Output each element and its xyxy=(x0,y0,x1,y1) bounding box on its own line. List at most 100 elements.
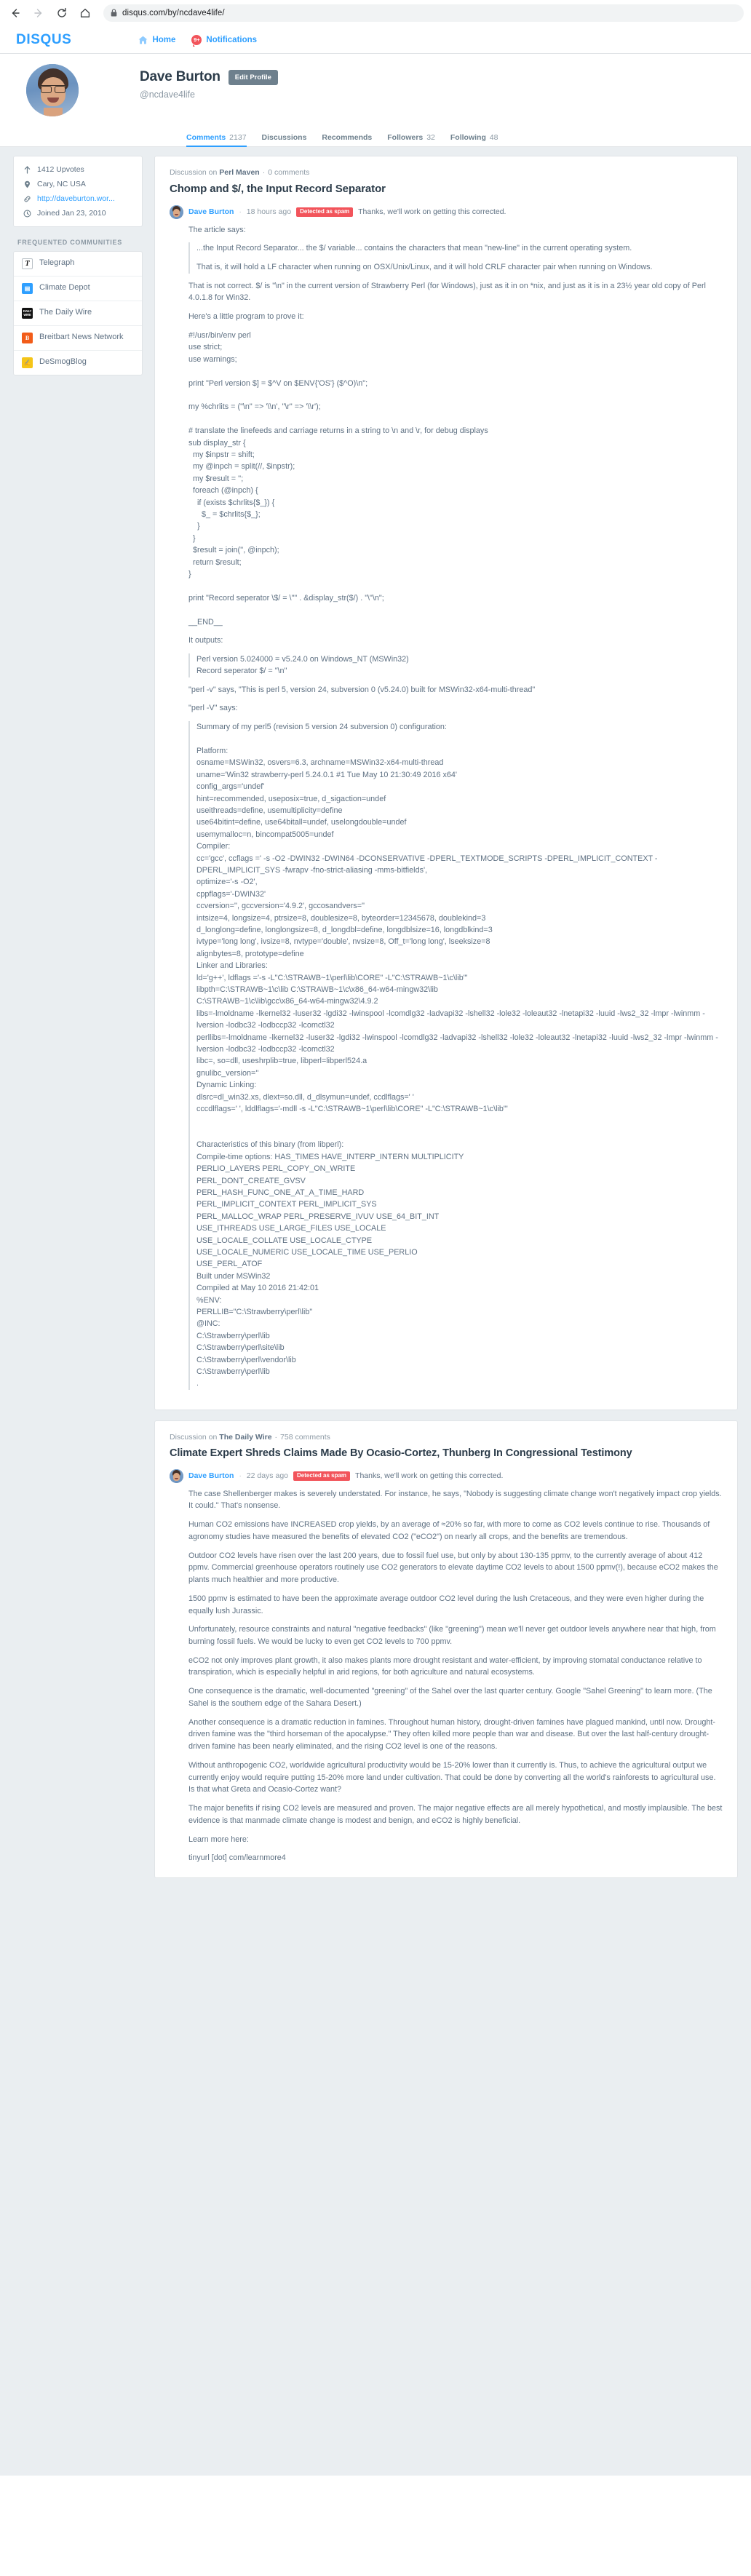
comment-paragraph: 1500 ppmv is estimated to have been the … xyxy=(188,1594,704,1615)
reload-icon[interactable] xyxy=(54,5,70,21)
discussion-prefix: Discussion on xyxy=(170,168,220,177)
sidebar: 1412 Upvotes Cary, NC USA http://daveburto… xyxy=(0,156,143,375)
comment-avatar xyxy=(170,204,183,219)
nav-home[interactable]: Home xyxy=(138,36,175,44)
tab-label: Recommends xyxy=(322,133,373,142)
disqus-logo[interactable]: DISQUS xyxy=(16,32,71,48)
main-content: Discussion on Perl Maven · 0 comments Chomp… xyxy=(143,156,751,1888)
comment-paragraph: One consequence is the dramatic, well-do… xyxy=(188,1687,712,1708)
discussion-site-link[interactable]: The Daily Wire xyxy=(219,1433,271,1442)
page-title: Dave Burton xyxy=(140,69,220,84)
url-text: disqus.com/by/ncdave4life/ xyxy=(122,8,225,17)
comment-body: The article says: ...the Input Record Sep… xyxy=(170,224,723,1390)
clock-icon xyxy=(23,210,31,218)
comment-blockquote: ...the Input Record Separator... the $/ … xyxy=(188,242,723,274)
comment-header: Dave Burton · 18 hours ago Detected as spam… xyxy=(170,204,723,219)
comment-paragraph: "perl -v" says, "This is perl 5, version… xyxy=(188,685,536,694)
comment-header: Dave Burton · 22 days ago Detected as spam T… xyxy=(170,1468,723,1483)
community-item[interactable]: ✍ DeSmogBlog xyxy=(14,351,142,375)
comment-separator: · xyxy=(239,1471,242,1480)
status-badge: Detected as spam xyxy=(293,1471,351,1481)
community-name: Breitbart News Network xyxy=(39,333,124,341)
spam-note: Thanks, we'll work on getting this corre… xyxy=(358,207,506,216)
discussion-site-link[interactable]: Perl Maven xyxy=(219,168,259,177)
nav-notifications-label: Notifications xyxy=(206,35,258,44)
comment-paragraph: Human CO2 emissions have INCREASED crop … xyxy=(188,1520,710,1541)
comment-paragraph: Unfortunately, resource constraints and … xyxy=(188,1625,716,1647)
tab-followers[interactable]: Followers 32 xyxy=(387,133,435,146)
tab-count: 2137 xyxy=(227,133,247,142)
info-row-clock: Joined Jan 23, 2010 xyxy=(14,206,142,220)
status-badge: Detected as spam xyxy=(296,207,354,217)
community-item[interactable]: DAILY WIRE The Daily Wire xyxy=(14,301,142,326)
info-text: 1412 Upvotes xyxy=(37,165,84,174)
tab-label: Following xyxy=(450,133,486,142)
community-name: DeSmogBlog xyxy=(39,357,87,366)
desmogblog-favicon: ✍ xyxy=(22,357,33,368)
discussion-title-link[interactable]: Climate Expert Shreds Claims Made By Oca… xyxy=(170,1447,723,1460)
comment-author-link[interactable]: Dave Burton xyxy=(188,1471,234,1480)
community-name: Climate Depot xyxy=(39,283,90,292)
lock-icon xyxy=(111,9,117,17)
discussion-comment-count[interactable]: 0 comments xyxy=(268,168,309,177)
info-text: Cary, NC USA xyxy=(37,180,86,188)
community-name: Telegraph xyxy=(39,258,75,267)
discussion-meta: Discussion on Perl Maven · 0 comments xyxy=(170,168,723,177)
community-item[interactable]: ▤ Climate Depot xyxy=(14,277,142,301)
tab-discussions[interactable]: Discussions xyxy=(262,133,307,146)
discussion-prefix: Discussion on xyxy=(170,1432,220,1442)
comment-author-link[interactable]: Dave Burton xyxy=(188,207,234,216)
blockquote-line: ...the Input Record Separator... the $/ … xyxy=(196,244,632,253)
forward-arrow-icon[interactable] xyxy=(31,5,47,21)
back-arrow-icon[interactable] xyxy=(7,5,23,21)
telegraph-favicon: T xyxy=(22,258,33,269)
profile-handle: @ncdave4life xyxy=(140,90,195,100)
climate-depot-favicon: ▤ xyxy=(22,283,33,294)
comment-separator: · xyxy=(239,207,242,216)
profile-tabs: Comments 2137 Discussions Recommends Follow… xyxy=(0,127,751,147)
tab-count: 48 xyxy=(487,133,498,142)
tab-label: Discussions xyxy=(261,133,307,142)
comment-avatar xyxy=(170,1468,183,1483)
tab-following[interactable]: Following 48 xyxy=(450,133,498,146)
discussion-comment-count[interactable]: 758 comments xyxy=(280,1433,330,1442)
comment-quoted-output: Summary of my perl5 (revision 5 version … xyxy=(188,721,723,1390)
info-text: Joined Jan 23, 2010 xyxy=(37,209,106,218)
discussion-title-link[interactable]: Chomp and $/, the Input Record Separator xyxy=(170,182,723,196)
profile-avatar xyxy=(26,64,79,116)
comment-timestamp: 18 hours ago xyxy=(246,207,292,216)
header-nav: Home 9+ Notifications xyxy=(138,34,258,45)
address-bar[interactable]: disqus.com/by/ncdave4life/ xyxy=(103,4,744,22)
home-filled-icon xyxy=(139,36,148,44)
info-row-location-pin: Cary, NC USA xyxy=(14,177,142,191)
tab-recommends[interactable]: Recommends xyxy=(322,133,372,146)
home-icon[interactable] xyxy=(77,5,93,21)
comment-paragraph: Without anthropogenic CO2, worldwide agr… xyxy=(188,1760,716,1794)
comment-paragraph: The article says: xyxy=(188,225,246,234)
community-item[interactable]: T Telegraph xyxy=(14,252,142,277)
comment-paragraph: Outdoor CO2 levels have risen over the l… xyxy=(188,1551,718,1585)
comment-paragraph: Here's a little program to prove it: xyxy=(188,312,304,322)
comment-quoted-output: Perl version 5.024000 = v5.24.0 on Windo… xyxy=(188,653,723,677)
notification-count: 9+ xyxy=(191,34,202,45)
nav-notifications[interactable]: 9+ Notifications xyxy=(191,34,258,45)
meta-separator: · xyxy=(262,168,266,177)
breitbart-favicon: B xyxy=(22,333,33,343)
info-row-upvote-arrow: 1412 Upvotes xyxy=(14,162,142,177)
profile-info-card: 1412 Upvotes Cary, NC USA http://daveburto… xyxy=(13,156,143,227)
community-item[interactable]: B Breitbart News Network xyxy=(14,326,142,351)
comment-paragraph: It outputs: xyxy=(188,636,223,645)
tab-comments[interactable]: Comments 2137 xyxy=(186,133,247,147)
edit-profile-button[interactable]: Edit Profile xyxy=(228,69,278,85)
page-body: 1412 Upvotes Cary, NC USA http://daveburto… xyxy=(0,147,751,2476)
comment-paragraph: Learn more here: xyxy=(188,1834,249,1844)
comment-paragraph: Another consequence is a dramatic reduct… xyxy=(188,1717,716,1752)
tab-label: Followers xyxy=(387,133,424,142)
info-row-link[interactable]: http://daveburton.wor... xyxy=(14,191,142,206)
profile-website-link[interactable]: http://daveburton.wor... xyxy=(37,194,115,203)
spam-note: Thanks, we'll work on getting this corre… xyxy=(355,1471,504,1481)
comment-paragraph: "perl -V" says: xyxy=(188,704,238,713)
comment-paragraph: eCO2 not only improves plant growth, it … xyxy=(188,1655,702,1677)
discussion-meta: Discussion on The Daily Wire · 758 comment… xyxy=(170,1433,723,1442)
daily-wire-favicon: DAILY WIRE xyxy=(22,308,33,319)
